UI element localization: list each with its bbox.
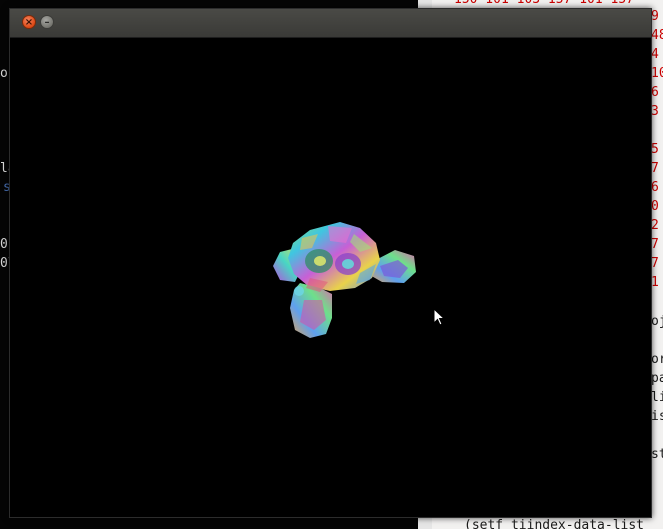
monkey-left-eye	[314, 256, 326, 266]
bg-right-red-number: 48	[651, 28, 663, 43]
bg-right-red-number: 7	[651, 161, 659, 176]
opengl-window[interactable]: × –	[9, 8, 652, 518]
minimize-button[interactable]: –	[40, 15, 54, 29]
bg-right-red-number: 9	[651, 9, 659, 24]
bg-right-code-line: is	[651, 409, 663, 424]
monkey-right-eye	[342, 259, 354, 269]
bg-right-red-number: 0	[651, 199, 659, 214]
bg-right-red-number: 3	[651, 104, 659, 119]
bg-right-code-line: or	[651, 352, 663, 367]
bg-right-red-number: 5	[651, 142, 659, 157]
bg-right-code-line: pa	[651, 371, 663, 386]
bg-right-red-number: 7	[651, 237, 659, 252]
close-button[interactable]: ×	[22, 15, 36, 29]
bg-right-code-line: oj	[651, 314, 663, 329]
window-titlebar[interactable]: × –	[10, 9, 651, 38]
bg-right-code-line: li	[651, 390, 663, 405]
bg-right-code-line: st	[651, 447, 663, 462]
monkey-head-render	[273, 222, 416, 338]
mouse-pointer-icon	[433, 307, 446, 330]
bg-right-red-number: 1	[651, 275, 659, 290]
bg-right-red-number: 6	[651, 180, 659, 195]
desktop: ou la s 0 07 150 101 103 157 101 157 948…	[0, 0, 663, 529]
bg-right-red-number: 6	[651, 85, 659, 100]
bg-right-red-number: 10	[651, 66, 663, 81]
bg-right-red-number: 7	[651, 256, 659, 271]
render-viewport[interactable]	[10, 38, 651, 517]
bg-right-red-number: 2	[651, 218, 659, 233]
bg-right-red-number: 4	[651, 47, 659, 62]
bg-left-line: 0	[0, 237, 8, 252]
